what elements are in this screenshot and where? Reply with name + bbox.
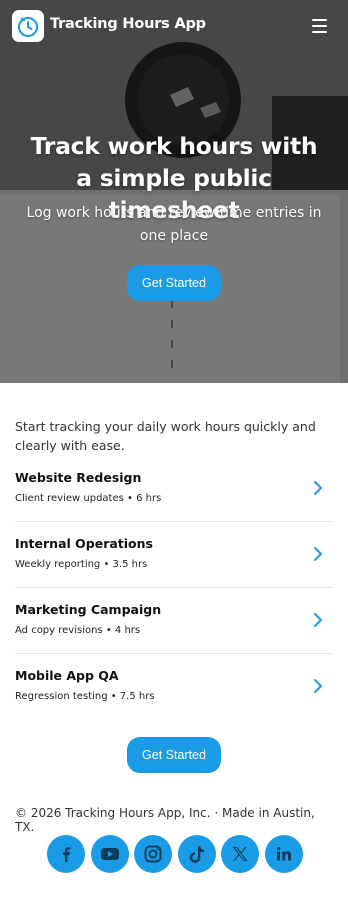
hero-get-started-button[interactable]: Get Started — [127, 265, 221, 301]
list-item[interactable]: Website Redesign Client review updates •… — [15, 456, 332, 522]
hero-subtitle: Log work hours and review time entries i… — [26, 205, 322, 244]
bottom-get-started-button[interactable]: Get Started — [127, 737, 221, 773]
list-item[interactable]: Internal Operations Weekly reporting • 3… — [15, 522, 332, 588]
hero-section: Tracking Hours App Track work hours with… — [0, 0, 348, 383]
tiktok-icon[interactable] — [177, 835, 216, 873]
entry-detail: Ad copy revisions • 4 hrs — [15, 625, 141, 636]
entry-title: Mobile App QA — [15, 668, 119, 683]
instagram-icon[interactable] — [134, 835, 172, 873]
social-links — [47, 835, 303, 873]
chevron-right-icon[interactable] — [312, 546, 324, 562]
top-header: Tracking Hours App — [0, 0, 348, 52]
facebook-icon[interactable] — [47, 835, 85, 873]
app-logo[interactable] — [12, 10, 44, 42]
entry-title: Marketing Campaign — [15, 602, 162, 617]
hamburger-menu-icon[interactable] — [308, 15, 330, 37]
entry-detail: Client review updates • 6 hrs — [15, 493, 162, 504]
stopwatch-icon — [18, 17, 38, 37]
time-entry-list: Website Redesign Client review updates •… — [15, 456, 332, 719]
entry-title: Website Redesign — [15, 470, 142, 485]
entry-detail: Weekly reporting • 3.5 hrs — [15, 559, 148, 570]
footer-copyright: © 2026 Tracking Hours App, Inc. · Made i… — [15, 806, 315, 834]
x-icon[interactable] — [221, 835, 259, 873]
chevron-right-icon[interactable] — [312, 612, 324, 628]
list-item[interactable]: Marketing Campaign Ad copy revisions • 4… — [15, 588, 332, 654]
intro-text: Start tracking your daily work hours qui… — [15, 419, 316, 453]
app-name[interactable]: Tracking Hours App — [50, 16, 206, 32]
entry-detail: Regression testing • 7.5 hrs — [15, 691, 155, 702]
list-item[interactable]: Mobile App QA Regression testing • 7.5 h… — [15, 654, 332, 719]
youtube-icon[interactable] — [90, 835, 129, 873]
chevron-right-icon[interactable] — [312, 678, 324, 694]
linkedin-icon[interactable] — [264, 835, 303, 873]
chevron-right-icon[interactable] — [312, 480, 324, 496]
entry-title: Internal Operations — [15, 536, 153, 551]
